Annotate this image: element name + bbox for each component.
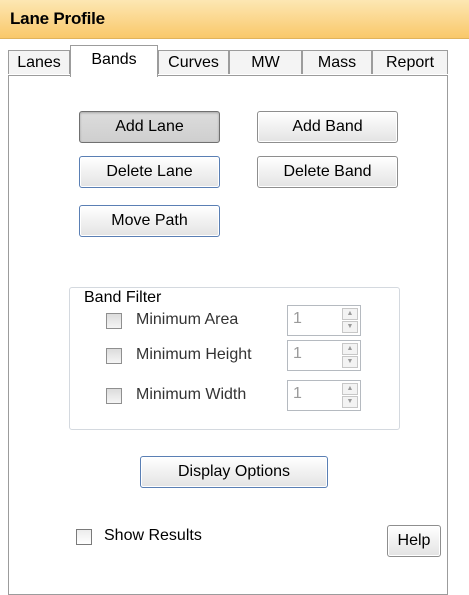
minimum-height-checkbox[interactable] (106, 348, 122, 364)
tab-strip: Lanes Bands Curves MW Mass Report (0, 38, 469, 77)
tab-report[interactable]: Report (372, 50, 448, 74)
display-options-button[interactable]: Display Options (140, 456, 328, 488)
spin-up-icon[interactable]: ▲ (342, 383, 358, 395)
move-path-button[interactable]: Move Path (79, 205, 220, 237)
minimum-width-value: 1 (293, 385, 302, 402)
tab-mw[interactable]: MW (229, 50, 302, 74)
tab-mass[interactable]: Mass (302, 50, 372, 74)
tab-lanes[interactable]: Lanes (8, 50, 70, 74)
delete-band-button[interactable]: Delete Band (257, 156, 398, 188)
minimum-area-label: Minimum Area (136, 311, 239, 328)
spin-up-icon[interactable]: ▲ (342, 308, 358, 320)
minimum-width-spinner[interactable]: 1 ▲ ▼ (287, 380, 361, 411)
tab-bands[interactable]: Bands (70, 45, 158, 77)
minimum-area-value: 1 (293, 310, 302, 327)
tab-curves[interactable]: Curves (158, 50, 229, 74)
minimum-width-label: Minimum Width (136, 386, 247, 403)
spin-down-icon[interactable]: ▼ (342, 396, 358, 408)
spin-down-icon[interactable]: ▼ (342, 356, 358, 368)
add-band-button[interactable]: Add Band (257, 111, 398, 143)
band-filter-title: Band Filter (80, 289, 166, 307)
spin-up-icon[interactable]: ▲ (342, 343, 358, 355)
help-button[interactable]: Help (387, 525, 441, 557)
minimum-area-spinner[interactable]: 1 ▲ ▼ (287, 305, 361, 336)
window-title: Lane Profile (10, 9, 105, 28)
show-results-label: Show Results (104, 527, 202, 544)
minimum-height-spinner[interactable]: 1 ▲ ▼ (287, 340, 361, 371)
minimum-height-value: 1 (293, 345, 302, 362)
minimum-width-checkbox[interactable] (106, 388, 122, 404)
title-bar: Lane Profile (0, 0, 469, 39)
minimum-area-checkbox[interactable] (106, 313, 122, 329)
delete-lane-button[interactable]: Delete Lane (79, 156, 220, 188)
minimum-height-label: Minimum Height (136, 346, 252, 363)
show-results-checkbox[interactable] (76, 529, 92, 545)
spin-down-icon[interactable]: ▼ (342, 321, 358, 333)
add-lane-button[interactable]: Add Lane (79, 111, 220, 143)
